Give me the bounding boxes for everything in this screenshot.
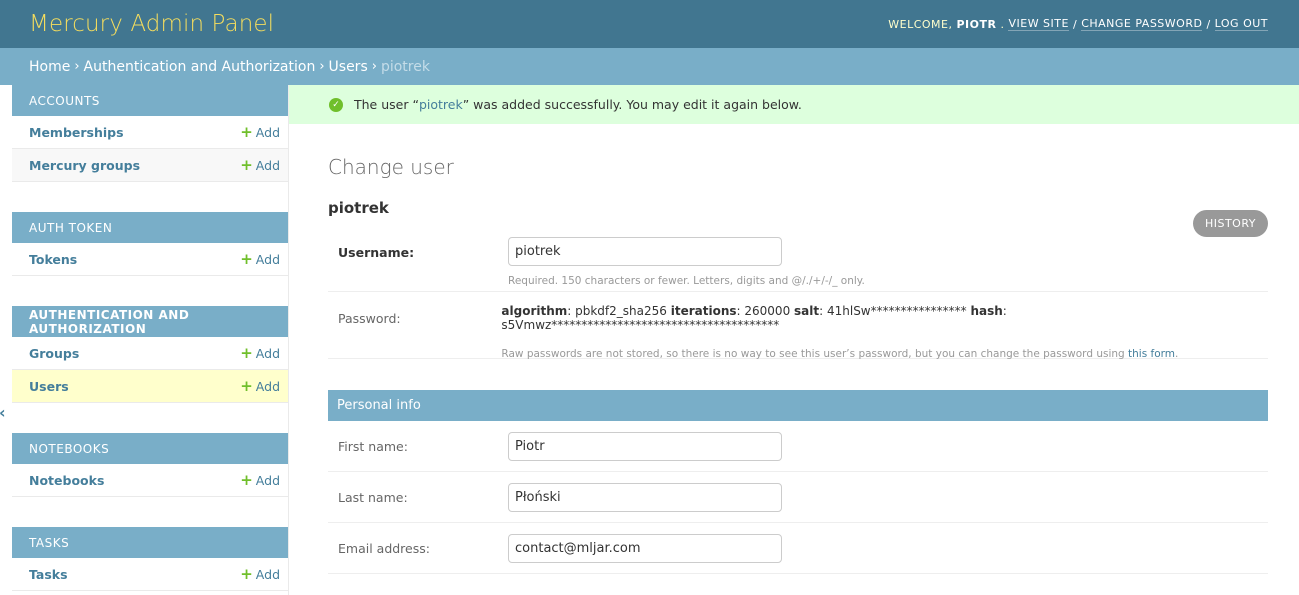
plus-icon: + [240,122,253,141]
last-name-row: Last name: Płoński [328,472,1268,523]
success-message: ✓ The user “piotrek” was added successfu… [289,85,1299,124]
nav-sidebar-toggle[interactable]: ‹ [0,85,8,595]
username-row: Username: piotrek Required. 150 characte… [328,226,1268,292]
password-help: Raw passwords are not stored, so there i… [501,348,1179,360]
password-label: Password: [338,311,401,326]
module-caption[interactable]: Auth Token [12,212,288,243]
add-link[interactable]: + Add [240,564,280,583]
module-caption[interactable]: Tasks [12,527,288,558]
model-link[interactable]: Users [29,379,69,394]
model-link[interactable]: Memberships [29,125,124,140]
email-input[interactable]: contact@mljar.com [508,533,782,563]
sidebar-item-groups: Groups + Add [12,337,288,370]
model-link[interactable]: Tokens [29,252,77,267]
site-header: Mercury Admin Panel Welcome, Piotr. View… [0,0,1299,48]
last-name-label: Last name: [338,489,408,505]
change-form: Change user History piotrek Username: pi… [289,155,1299,574]
message-user-link[interactable]: piotrek [419,97,463,112]
user-tools: Welcome, Piotr. View site / Change passw… [888,17,1268,31]
module-caption[interactable]: Authentication and Authorization [12,306,288,337]
first-name-label: First name: [338,438,408,454]
check-circle-icon: ✓ [329,97,343,112]
add-link[interactable]: + Add [240,249,280,268]
username-help: Required. 150 characters or fewer. Lette… [508,275,865,287]
chevron-left-icon: ‹ [0,403,6,422]
module-caption[interactable]: Accounts [12,85,288,116]
page-title: Change user [328,155,454,179]
plus-icon: + [240,155,253,174]
first-name-row: First name: Piotr [328,421,1268,472]
username-input[interactable]: piotrek [508,237,782,266]
sidebar-item-notebooks: Notebooks + Add [12,464,288,497]
password-row: Password: algorithm: pbkdf2_sha256 itera… [328,292,1268,360]
first-name-input[interactable]: Piotr [508,431,782,461]
sidebar-item-tasks: Tasks + Add [12,558,288,591]
email-label: Email address: [338,540,430,556]
last-name-input[interactable]: Płoński [508,482,782,512]
plus-icon: + [240,249,253,268]
plus-icon: + [240,376,253,395]
site-brand[interactable]: Mercury Admin Panel [29,11,274,37]
model-link[interactable]: Mercury groups [29,158,140,173]
model-link[interactable]: Notebooks [29,473,104,488]
add-link[interactable]: + Add [240,343,280,362]
sidebar-item-mercury-groups: Mercury groups + Add [12,149,288,182]
view-site-link[interactable]: View site [1008,17,1069,31]
model-link[interactable]: Tasks [29,567,68,582]
add-link[interactable]: + Add [240,470,280,489]
breadcrumb-current: piotrek [380,58,430,75]
password-hash-summary: algorithm: pbkdf2_sha256 iterations: 260… [501,304,1007,332]
module-authentication-and-authorization: Authentication and Authorization Groups … [12,306,288,403]
sidebar-item-tokens: Tokens + Add [12,243,288,276]
plus-icon: + [240,470,253,489]
module-auth-token: Auth Token Tokens + Add [12,212,288,276]
add-link[interactable]: + Add [240,155,280,174]
history-button[interactable]: History [1192,210,1268,237]
change-password-form-link[interactable]: this form [1128,348,1175,360]
plus-icon: + [240,343,253,362]
breadcrumb-auth[interactable]: Authentication and Authorization [84,59,316,75]
content: ✓ The user “piotrek” was added successfu… [289,85,1299,574]
welcome-username: Piotr [956,17,997,31]
nav-sidebar: Accounts Memberships + Add Mercury groups… [12,85,289,595]
personal-info-caption: Personal info [328,390,1268,421]
change-password-link[interactable]: Change password [1081,17,1203,31]
add-link[interactable]: + Add [240,376,280,395]
plus-icon: + [240,564,253,583]
breadcrumb-home[interactable]: Home [29,59,70,75]
model-link[interactable]: Groups [29,346,79,361]
add-link[interactable]: + Add [240,122,280,141]
breadcrumb-users[interactable]: Users [329,59,368,75]
sidebar-item-users: Users + Add [12,370,288,403]
username-label: Username: [338,245,415,260]
object-name: piotrek [328,199,389,217]
module-accounts: Accounts Memberships + Add Mercury groups… [12,85,288,182]
breadcrumb: Home › Authentication and Authorization … [0,48,1299,85]
sidebar-item-memberships: Memberships + Add [12,116,288,149]
module-notebooks: Notebooks Notebooks + Add [12,433,288,497]
module-tasks: Tasks Tasks + Add [12,527,288,591]
module-caption[interactable]: Notebooks [12,433,288,464]
welcome-text: Welcome, [888,17,953,31]
log-out-link[interactable]: Log out [1214,17,1268,31]
email-row: Email address: contact@mljar.com [328,523,1268,574]
